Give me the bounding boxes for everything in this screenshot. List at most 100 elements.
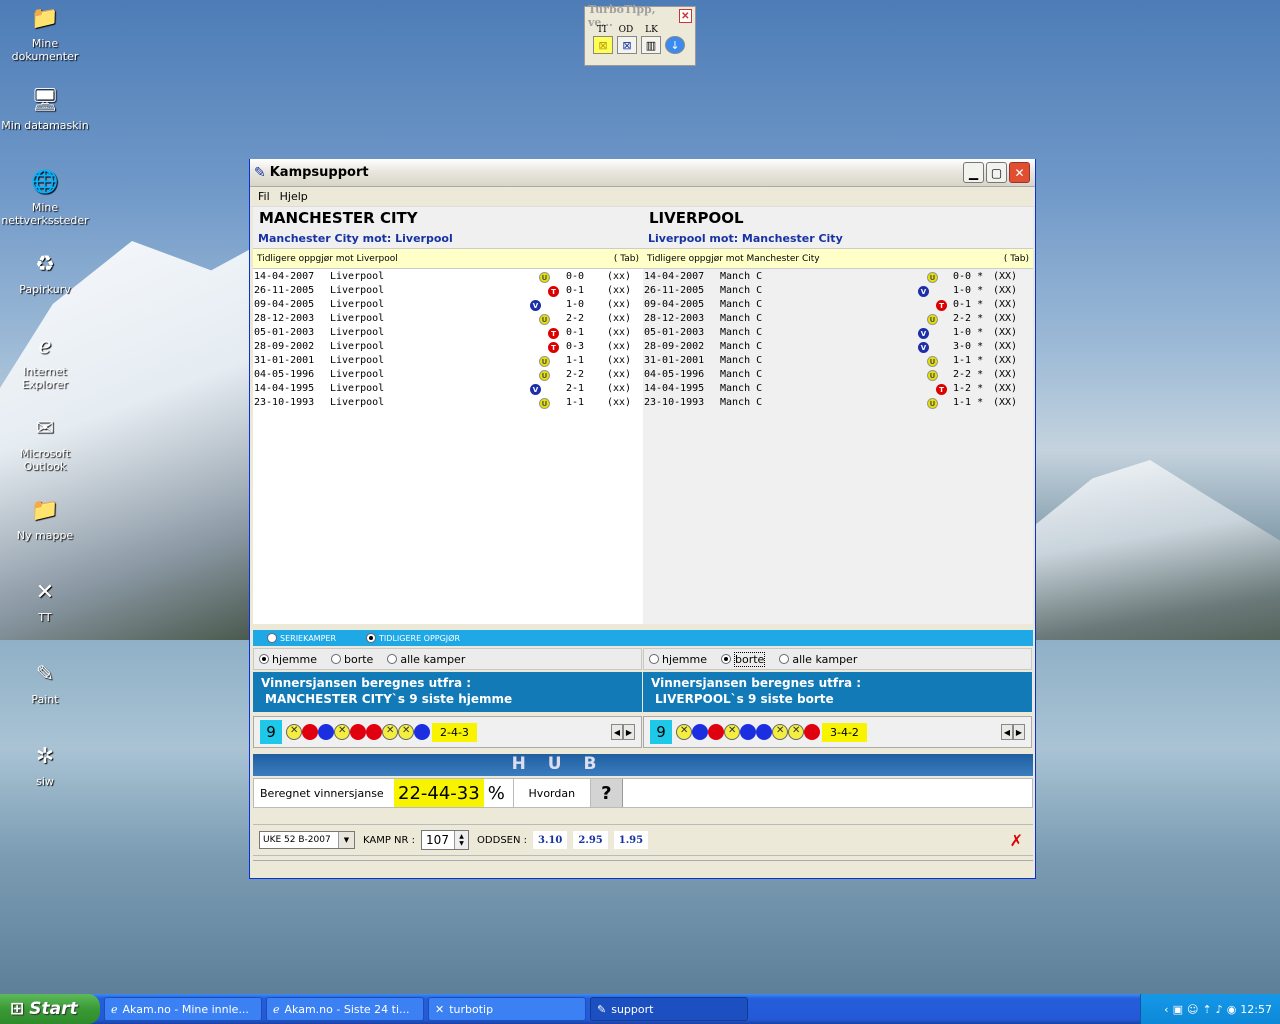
help-button[interactable]: ?	[590, 779, 623, 807]
match-score: 0-1	[566, 327, 585, 338]
minimize-button[interactable]: ▁	[963, 162, 984, 183]
tray-security-icon[interactable]: ◉	[1227, 1003, 1237, 1016]
app-icon: ✎	[254, 164, 266, 181]
maximize-button[interactable]: ▢	[986, 162, 1007, 183]
home-radio-borte[interactable]: borte	[331, 653, 373, 666]
match-date: 14-04-2007	[254, 271, 315, 282]
away-form-dots	[676, 724, 820, 740]
home-right-arrow-icon[interactable]: ▶	[623, 724, 635, 740]
away-radio-hjemme[interactable]: hjemme	[649, 653, 707, 666]
tray-network-icon[interactable]: ▣	[1173, 1003, 1183, 1016]
form-dot-u	[772, 724, 788, 740]
away-form-scroll[interactable]: ◀ ▶	[1001, 724, 1025, 740]
task-support[interactable]: ✎ support	[590, 997, 748, 1021]
tt-od-button[interactable]: ⊠	[617, 36, 637, 54]
match-xx: (XX)	[993, 271, 1018, 282]
task-akam-1[interactable]: ℯ Akam.no - Mine innle...	[104, 997, 262, 1021]
task-akam-2[interactable]: ℯ Akam.no - Siste 24 ti...	[266, 997, 424, 1021]
tt-shortcut-icon: ✕	[35, 579, 55, 605]
home-team-panel: MANCHESTER CITY Manchester City mot: Liv…	[253, 207, 643, 624]
desktop-icon[interactable]: 📁 Mine dokumenter	[0, 2, 90, 64]
desktop-icon-label: Min datamaskin	[1, 119, 89, 132]
odds-label: ODDSEN :	[477, 834, 528, 846]
form-dot-t	[350, 724, 366, 740]
form-dot-v	[692, 724, 708, 740]
match-row: 28-09-2002 Manch C 3-0 * (XX) V	[643, 341, 1033, 355]
home-left-arrow-icon[interactable]: ◀	[611, 724, 623, 740]
tt-download-icon[interactable]: ↓	[665, 36, 685, 54]
tray-arrow-icon[interactable]: ‹	[1164, 1003, 1168, 1016]
away-radio-borte[interactable]: borte	[721, 651, 766, 667]
desktop-icon[interactable]: 📁 Ny mappe	[0, 494, 90, 543]
start-button[interactable]: ⊞ Start	[0, 994, 100, 1024]
close-button[interactable]: ✕	[1009, 162, 1030, 183]
menu-fil[interactable]: Fil	[258, 190, 270, 203]
tray-user-icon[interactable]: ☺	[1187, 1003, 1198, 1016]
week-select-value: UKE 52 B-2007	[263, 835, 331, 845]
match-score: 3-0 *	[953, 341, 984, 352]
kamp-nr-stepper[interactable]: 107 ▲ ▼	[421, 830, 470, 850]
tray-volume-icon[interactable]: ♪	[1216, 1003, 1223, 1016]
window-titlebar[interactable]: ✎ Kampsupport ▁ ▢ ✕	[250, 159, 1035, 187]
match-opp: Manch C	[720, 383, 763, 394]
match-xx: (XX)	[993, 299, 1018, 310]
result-u-icon: U	[539, 272, 550, 283]
tray-safely-remove-icon[interactable]: ⇡	[1202, 1003, 1211, 1016]
task-label: turbotip	[449, 1002, 494, 1016]
match-row: 28-09-2002 Liverpool 0-3 (xx) T	[253, 341, 643, 355]
desktop-icon[interactable]: ✲ siw	[0, 740, 90, 789]
result-u-icon: U	[539, 398, 550, 409]
home-tab-button[interactable]: ( Tab)	[614, 254, 639, 264]
desktop-icon[interactable]: ✉ Microsoft Outlook	[0, 412, 90, 474]
form-dot-u	[334, 724, 350, 740]
match-score: 1-1 *	[953, 355, 984, 366]
hvordan-button[interactable]: Hvordan	[512, 779, 591, 807]
home-form-scroll[interactable]: ◀ ▶	[611, 724, 635, 740]
match-score: 1-1	[566, 397, 585, 408]
desktop-icon[interactable]: 🖥 Min datamaskin	[0, 84, 90, 133]
match-date: 31-01-2001	[254, 355, 315, 366]
turbotipp-titlebar[interactable]: TurboTipp, ve... ✕	[585, 3, 695, 29]
desktop-icon[interactable]: ♻ Papirkurv	[0, 248, 90, 297]
outlook-icon: ✉	[35, 415, 55, 441]
desktop-icon-label: siw	[36, 775, 54, 788]
task-turbotip[interactable]: ✕ turbotip	[428, 997, 586, 1021]
match-score: 2-2	[566, 313, 585, 324]
desktop-icon[interactable]: ℯ Internet Explorer	[0, 330, 90, 392]
result-t-icon: T	[548, 342, 559, 353]
radio-tidligere-oppgjor[interactable]: TIDLIGERE OPPGJØR	[366, 633, 460, 643]
week-select[interactable]: UKE 52 B-2007 ▼	[259, 831, 355, 849]
home-radio-hjemme[interactable]: hjemme	[259, 653, 317, 666]
match-xx: (xx)	[607, 397, 632, 408]
turbotipp-close-button[interactable]: ✕	[678, 9, 692, 23]
home-radio-alle[interactable]: alle kamper	[387, 653, 465, 666]
stepper-arrows-icon[interactable]: ▲ ▼	[454, 831, 469, 849]
mode-radio-bar: SERIEKAMPER TIDLIGERE OPPGJØR	[253, 630, 1033, 646]
away-right-arrow-icon[interactable]: ▶	[1013, 724, 1025, 740]
kamp-label: KAMP NR :	[363, 834, 416, 846]
radio-seriekamper[interactable]: SERIEKAMPER	[267, 633, 336, 643]
chevron-down-icon[interactable]: ▼	[338, 832, 354, 848]
match-row: 14-04-1995 Liverpool 2-1 (xx) V	[253, 383, 643, 397]
match-score: 2-2 *	[953, 313, 984, 324]
away-tab-button[interactable]: ( Tab)	[1004, 254, 1029, 264]
result-u-icon: U	[927, 272, 938, 283]
away-form-count: 9	[650, 720, 672, 744]
desktop-icon[interactable]: ✕ TT	[0, 576, 90, 625]
match-opp: Manch C	[720, 369, 763, 380]
kampsupport-window[interactable]: ✎ Kampsupport ▁ ▢ ✕ Fil Hjelp MANCHESTER…	[249, 159, 1036, 879]
form-dot-t	[804, 724, 820, 740]
home-team-name: MANCHESTER CITY	[253, 207, 643, 229]
close-x-icon[interactable]: ✗	[1010, 831, 1023, 850]
away-radio-alle[interactable]: alle kamper	[779, 653, 857, 666]
result-u-icon: U	[927, 314, 938, 325]
desktop-icon[interactable]: ✎ Paint	[0, 658, 90, 707]
tt-ti-button[interactable]: ⊠	[593, 36, 613, 54]
menu-hjelp[interactable]: Hjelp	[280, 190, 308, 203]
match-xx: (xx)	[607, 327, 632, 338]
turbotipp-window[interactable]: TurboTipp, ve... ✕ TI OD LK ⊠ ⊠ ▥ ↓	[584, 3, 696, 66]
away-left-arrow-icon[interactable]: ◀	[1001, 724, 1013, 740]
match-row: 09-04-2005 Liverpool 1-0 (xx) V	[253, 299, 643, 313]
desktop-icon[interactable]: 🌐 Mine nettverkssteder	[0, 166, 90, 228]
tt-lk-chart-icon[interactable]: ▥	[641, 36, 661, 54]
